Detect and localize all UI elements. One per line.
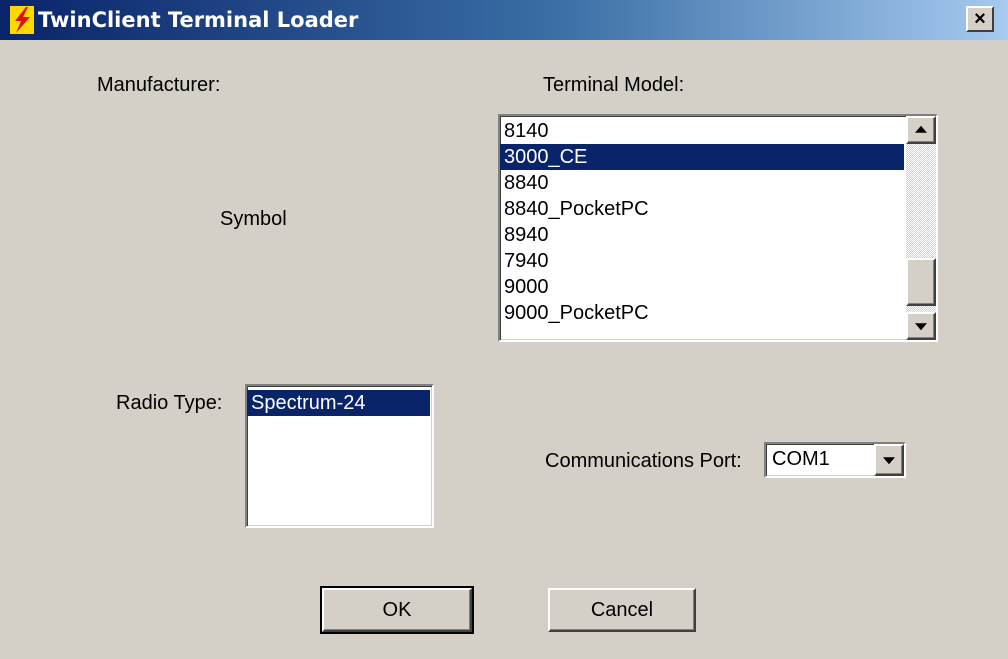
scroll-thumb[interactable] <box>906 258 936 306</box>
radio-type-item[interactable]: Spectrum-24 <box>247 390 430 416</box>
radio-type-label: Radio Type: <box>116 392 223 414</box>
comm-port-label: Communications Port: <box>545 450 742 472</box>
terminal-model-item[interactable]: 8140 <box>500 118 904 144</box>
close-button[interactable]: × <box>966 6 994 32</box>
terminal-model-list: 8140 3000_CE 8840 8840_PocketPC 8940 7940 9000… <box>500 118 904 326</box>
cancel-button[interactable]: Cancel <box>548 588 696 632</box>
terminal-model-item[interactable]: 3000_CE <box>500 144 904 170</box>
terminal-model-item[interactable]: 8840 <box>500 170 904 196</box>
arrow-up-icon <box>915 125 927 133</box>
scroll-up-button[interactable] <box>906 116 936 144</box>
terminal-model-item[interactable]: 8940 <box>500 222 904 248</box>
scroll-down-button[interactable] <box>906 312 936 340</box>
terminal-model-item[interactable]: 7940 <box>500 248 904 274</box>
title-bar[interactable]: TwinClient Terminal Loader × <box>0 0 1008 40</box>
close-icon: × <box>974 8 986 30</box>
terminal-model-label: Terminal Model: <box>543 74 685 96</box>
chevron-down-icon <box>883 457 895 465</box>
manufacturer-label: Manufacturer: <box>97 74 221 96</box>
terminal-model-scrollbar[interactable] <box>906 116 936 340</box>
radio-type-listbox[interactable]: Spectrum-24 <box>245 384 434 528</box>
terminal-model-item[interactable]: 9000_PocketPC <box>500 300 904 326</box>
lightning-bolt-icon <box>10 6 34 34</box>
arrow-down-icon <box>915 323 927 331</box>
terminal-model-item[interactable]: 9000 <box>500 274 904 300</box>
window-title: TwinClient Terminal Loader <box>38 8 359 32</box>
ok-button-label: OK <box>382 598 412 621</box>
comm-port-select[interactable]: COM1 <box>764 442 906 478</box>
cancel-button-label: Cancel <box>590 598 654 621</box>
radio-type-list: Spectrum-24 <box>247 390 430 416</box>
comm-port-value: COM1 <box>772 448 830 470</box>
comm-port-dropdown-button[interactable] <box>874 444 904 476</box>
terminal-model-listbox[interactable]: 8140 3000_CE 8840 8840_PocketPC 8940 7940 9000… <box>498 114 938 342</box>
ok-button[interactable]: OK <box>320 586 474 634</box>
terminal-model-item[interactable]: 8840_PocketPC <box>500 196 904 222</box>
manufacturer-value: Symbol <box>220 208 287 230</box>
